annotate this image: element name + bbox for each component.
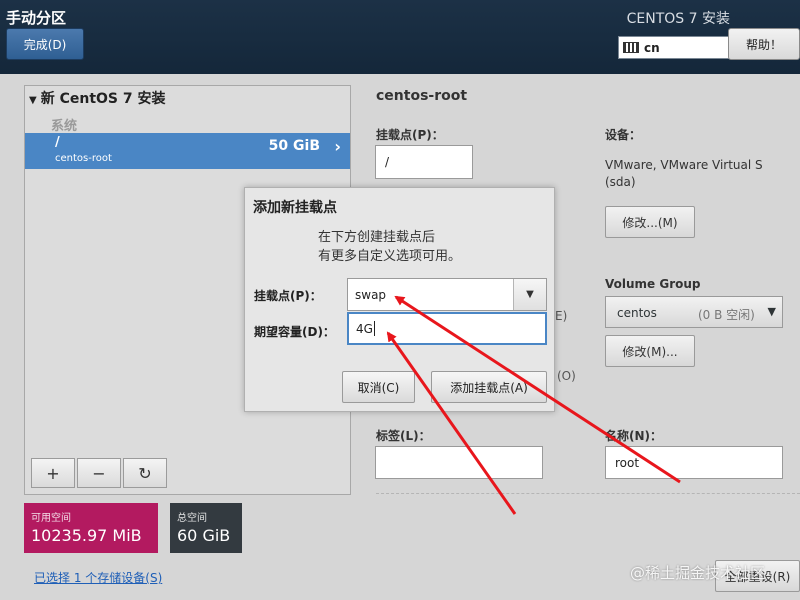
- refresh-icon[interactable]: ↻: [123, 458, 167, 488]
- tag-label: 标签(L)：: [376, 429, 431, 443]
- keyboard-layout-indicator[interactable]: cn: [618, 36, 730, 59]
- volume-group-select[interactable]: centos (0 B 空闲) ▼: [605, 296, 783, 328]
- tag-field[interactable]: [375, 446, 543, 479]
- dialog-title: 添加新挂载点: [253, 200, 337, 216]
- page-title: 手动分区: [6, 9, 67, 27]
- add-mount-point-button[interactable]: +: [31, 458, 75, 488]
- name-field[interactable]: root: [605, 446, 783, 479]
- done-button[interactable]: 完成(D): [6, 28, 84, 60]
- dialog-description-line2: 有更多自定义选项可用。: [318, 249, 462, 264]
- expand-arrow-icon: ▼: [29, 95, 37, 106]
- install-group-header[interactable]: ▼ 新 CentOS 7 安装: [29, 88, 165, 108]
- mount-point-size: 50 GiB: [268, 138, 320, 154]
- volume-group-name: centos: [617, 306, 657, 320]
- help-button[interactable]: 帮助！: [728, 28, 800, 60]
- modify-volume-group-button[interactable]: 修改(M)...: [605, 335, 695, 367]
- system-section-label: 系统: [51, 119, 78, 134]
- keyboard-layout-label: cn: [644, 40, 660, 55]
- hidden-label-fragment-o: (O): [557, 369, 576, 383]
- install-group-title: 新 CentOS 7 安装: [40, 91, 166, 107]
- mount-point-device-name: centos-root: [55, 153, 112, 164]
- mount-point-label: 挂载点(P)：: [376, 128, 444, 142]
- dialog-description: 在下方创建挂载点后 有更多自定义选项可用。: [318, 228, 461, 266]
- device-description: VMware, VMware Virtual S (sda): [605, 158, 763, 189]
- mount-point-field[interactable]: /: [375, 145, 473, 179]
- desired-capacity-input[interactable]: 4G: [347, 312, 547, 345]
- caret-down-icon: ▼: [767, 305, 776, 318]
- total-space-box: 总空间 60 GiB: [170, 503, 242, 553]
- watermark: @稀土掘金技术社区: [630, 564, 766, 582]
- selected-storage-link[interactable]: 已选择 1 个存储设备(S): [34, 569, 162, 586]
- remove-mount-point-button[interactable]: −: [77, 458, 121, 488]
- total-space-value: 60 GiB: [177, 526, 231, 545]
- mount-point-path: /: [55, 135, 60, 150]
- dropdown-arrow-icon[interactable]: ▼: [513, 279, 546, 310]
- add-mount-point-confirm-button[interactable]: 添加挂载点(A): [431, 371, 547, 403]
- available-space-label: 可用空间: [31, 513, 71, 524]
- desired-capacity-value: 4G: [356, 321, 373, 336]
- modify-device-button[interactable]: 修改...(M): [605, 206, 695, 238]
- device-label: 设备：: [605, 128, 642, 142]
- cancel-button[interactable]: 取消(C): [342, 371, 415, 403]
- available-space-value: 10235.97 MiB: [31, 526, 142, 545]
- partition-controls: + − ↻: [31, 458, 169, 488]
- add-mount-point-dialog: 添加新挂载点 在下方创建挂载点后 有更多自定义选项可用。 挂载点(P)： swa…: [244, 187, 555, 412]
- available-space-box: 可用空间 10235.97 MiB: [24, 503, 158, 553]
- header-bar: 手动分区 完成(D) CENTOS 7 安装 cn 帮助！: [0, 0, 800, 74]
- dialog-mount-point-label: 挂载点(P)：: [254, 289, 322, 303]
- dialog-capacity-label: 期望容量(D)：: [254, 325, 335, 339]
- volume-group-free: (0 B 空闲): [698, 308, 755, 322]
- volume-group-label: Volume Group: [605, 277, 701, 291]
- name-label: 名称(N)：: [605, 429, 663, 443]
- keyboard-icon: [623, 42, 639, 53]
- detail-title: centos-root: [376, 88, 468, 104]
- dialog-description-line1: 在下方创建挂载点后: [318, 230, 436, 245]
- hidden-label-fragment-e: E): [555, 309, 568, 323]
- mount-point-row-root[interactable]: / centos-root 50 GiB ›: [25, 133, 350, 169]
- product-title: CENTOS 7 安装: [626, 11, 730, 27]
- mount-point-combobox[interactable]: swap ▼: [347, 278, 547, 311]
- total-space-label: 总空间: [177, 513, 207, 524]
- text-cursor: [373, 321, 375, 336]
- chevron-right-icon: ›: [334, 137, 341, 156]
- mount-point-combobox-value[interactable]: swap: [355, 288, 386, 302]
- details-divider: [376, 493, 800, 494]
